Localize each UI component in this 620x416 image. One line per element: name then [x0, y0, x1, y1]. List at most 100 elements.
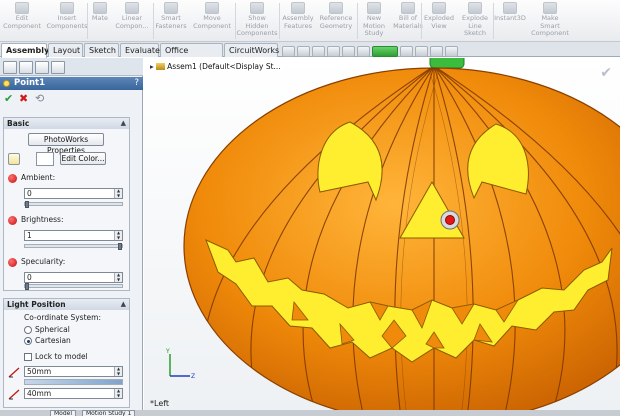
- spherical-radio[interactable]: [24, 326, 32, 334]
- edit-color-button[interactable]: Edit Color...: [60, 152, 106, 165]
- lock-to-model-checkbox[interactable]: [24, 353, 32, 361]
- display-style-icon[interactable]: [357, 45, 370, 57]
- zoom-area-icon[interactable]: [297, 45, 310, 57]
- section-view-icon[interactable]: [327, 45, 340, 57]
- y-coordinate-input[interactable]: 40mm ▲ ▼: [24, 388, 123, 399]
- spin-arrows-icon[interactable]: ▲ ▼: [114, 230, 122, 240]
- ribbon-button-label: Edit Component: [3, 14, 41, 30]
- brightness-slider[interactable]: [24, 243, 123, 250]
- property-manager-tab-icon[interactable]: [19, 61, 33, 74]
- point-light-marker[interactable]: [440, 210, 460, 230]
- reference-geometry-button[interactable]: Reference Geometry: [316, 0, 356, 42]
- keep-visible-pin-icon[interactable]: ⟲: [35, 92, 44, 106]
- ribbon-button-label: Instant3D: [494, 14, 526, 22]
- photoworks-properties-button[interactable]: PhotoWorks Properties: [28, 133, 104, 155]
- view-settings-icon[interactable]: [400, 45, 413, 57]
- apply-scene-icon[interactable]: [372, 45, 398, 57]
- chevron-up-icon[interactable]: ▲: [121, 299, 126, 310]
- tab-layout[interactable]: Layout: [48, 43, 83, 57]
- cartesian-radio[interactable]: [24, 337, 32, 345]
- ambient-input[interactable]: 0 ▲ ▼: [24, 188, 123, 199]
- feature-manager-tab-icon[interactable]: [3, 61, 17, 74]
- ambient-value: 0: [27, 189, 32, 198]
- light-position-group-header[interactable]: Light Position ▲: [4, 299, 129, 310]
- smart-fasteners-button[interactable]: Smart Fasteners: [154, 0, 188, 42]
- new-motion-study-button[interactable]: New Motion Study: [358, 0, 390, 42]
- explode-line-sketch-icon: [468, 2, 482, 14]
- linear-pattern-button[interactable]: Linear Compon...: [112, 0, 152, 42]
- specularity-input[interactable]: 0 ▲ ▼: [24, 272, 123, 283]
- instant3d-button[interactable]: Instant3D: [494, 0, 526, 42]
- display-manager-tab-icon[interactable]: [51, 61, 65, 74]
- ribbon-button-label: Reference Geometry: [319, 14, 353, 30]
- mate-button[interactable]: Mate: [88, 0, 112, 42]
- previous-view-icon[interactable]: [312, 45, 325, 57]
- ribbon-separator: [357, 3, 358, 39]
- linear-pattern-icon: [125, 2, 139, 14]
- ribbon-button-label: Smart Fasteners: [155, 14, 187, 30]
- brightness-icon: [8, 216, 17, 225]
- edit-component-button[interactable]: Edit Component: [0, 0, 44, 42]
- spin-arrows-icon[interactable]: ▲ ▼: [114, 272, 122, 282]
- specularity-slider[interactable]: [24, 283, 123, 290]
- feature-tree-flyout[interactable]: ▸ Assem1 (Default<Display St...: [148, 62, 283, 71]
- bill-of-materials-button[interactable]: Bill of Materials: [392, 0, 424, 42]
- explode-line-sketch-button[interactable]: Explode Line Sketch: [458, 0, 492, 42]
- light-bulb-icon[interactable]: [8, 153, 20, 165]
- slider-thumb[interactable]: [118, 243, 122, 250]
- assembly-features-icon: [291, 2, 305, 14]
- property-manager-title-bar: Point1 ?: [0, 77, 143, 90]
- slider-thumb[interactable]: [25, 283, 29, 290]
- model-tab[interactable]: Model: [50, 410, 77, 416]
- graphics-area[interactable]: Y Z ▸ Assem1 (Default<Display St... ✔ *L…: [144, 58, 620, 410]
- view-orientation-icon[interactable]: [342, 45, 355, 57]
- lock-to-model-label: Lock to model: [35, 352, 88, 361]
- tab-circuitworks[interactable]: CircuitWorks: [224, 43, 279, 57]
- basic-group-header[interactable]: Basic ▲: [4, 118, 129, 129]
- slider-thumb[interactable]: [25, 201, 29, 208]
- tab-assembly[interactable]: Assembly: [1, 43, 49, 58]
- configuration-manager-tab-icon[interactable]: [35, 61, 49, 74]
- make-smart-component-button[interactable]: Make Smart Component: [528, 0, 572, 42]
- ribbon-button-label: Assembly Features: [282, 14, 314, 30]
- specularity-icon: [8, 258, 17, 267]
- ambient-slider[interactable]: [24, 201, 123, 208]
- ribbon-separator: [87, 3, 88, 39]
- realview-icon[interactable]: [445, 45, 458, 57]
- exploded-view-button[interactable]: Exploded View: [422, 0, 456, 42]
- view-orientation-label: *Left: [150, 399, 170, 408]
- zoom-to-fit-icon[interactable]: [282, 45, 295, 57]
- cancel-button[interactable]: ✖: [19, 92, 28, 106]
- confirmation-corner-check-icon[interactable]: ✔: [600, 65, 612, 81]
- spin-arrows-icon[interactable]: ▲ ▼: [114, 366, 122, 376]
- tab-evaluate[interactable]: Evaluate: [120, 43, 160, 57]
- motion-study-tab[interactable]: Motion Study 1: [82, 410, 136, 416]
- ok-button[interactable]: ✔: [4, 92, 13, 106]
- assembly-features-button[interactable]: Assembly Features: [280, 0, 316, 42]
- tab-sketch[interactable]: Sketch: [84, 43, 119, 57]
- help-icon[interactable]: ?: [134, 77, 139, 90]
- hide-show-items-icon[interactable]: [415, 45, 428, 57]
- mate-icon: [93, 2, 107, 14]
- bottom-tab-bar: Model Motion Study 1: [0, 410, 620, 416]
- show-hidden-button[interactable]: Show Hidden Components: [236, 0, 278, 42]
- edit-appearance-icon[interactable]: [430, 45, 443, 57]
- property-manager-title: Point1: [14, 78, 46, 88]
- ribbon-button-label: Bill of Materials: [393, 14, 423, 30]
- brightness-input[interactable]: 1 ▲ ▼: [24, 230, 123, 241]
- insert-components-button[interactable]: Insert Components: [46, 0, 88, 42]
- spin-arrows-icon[interactable]: ▲ ▼: [114, 188, 122, 198]
- edit-component-icon: [15, 2, 29, 14]
- specularity-value: 0: [27, 273, 32, 282]
- spin-arrows-icon[interactable]: ▲ ▼: [114, 388, 122, 398]
- x-coordinate-input[interactable]: 50mm ▲ ▼: [24, 366, 123, 377]
- specularity-label: Specularity:: [21, 257, 66, 266]
- pumpkin-model[interactable]: Y Z: [144, 58, 620, 410]
- ribbon-separator: [153, 3, 154, 39]
- x-coordinate-slider[interactable]: [24, 379, 123, 385]
- new-motion-study-icon: [367, 2, 381, 14]
- light-color-swatch[interactable]: [36, 152, 54, 166]
- move-component-button[interactable]: Move Component: [190, 0, 234, 42]
- chevron-up-icon[interactable]: ▲: [121, 118, 126, 129]
- tab-office-products[interactable]: Office Products: [160, 43, 223, 68]
